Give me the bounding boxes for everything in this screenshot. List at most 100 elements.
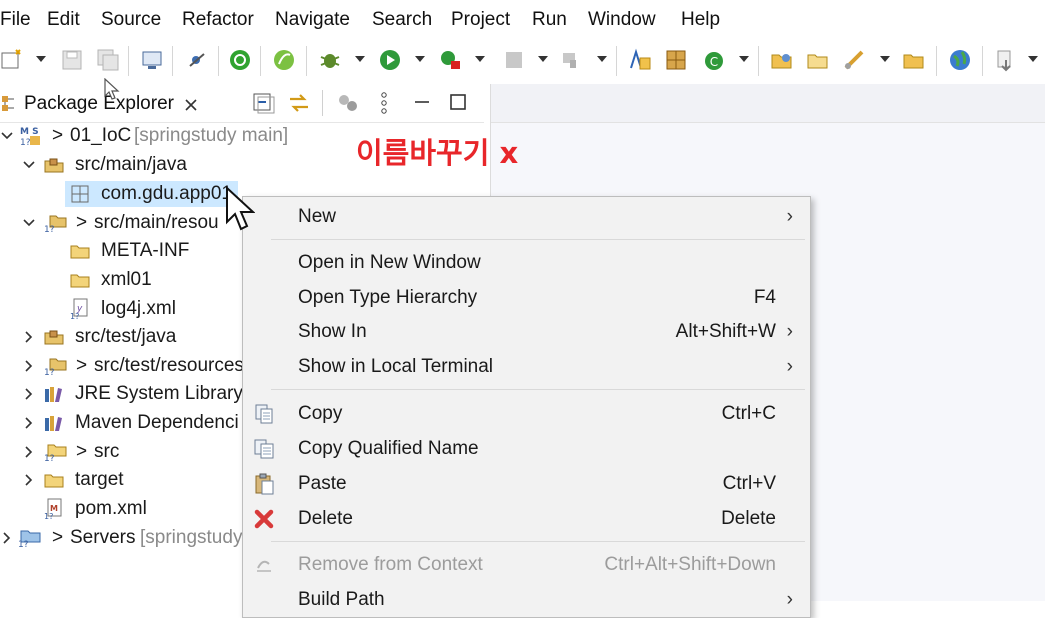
new-dropdown-arrow[interactable] [36, 56, 46, 62]
next-annotation-icon[interactable] [994, 48, 1018, 72]
menu-refactor[interactable]: Refactor [182, 8, 254, 32]
submenu-arrow-icon: › [786, 589, 793, 610]
save-all-icon[interactable] [96, 48, 120, 72]
menu-item-shortcut: Ctrl+C [721, 403, 776, 424]
menu-item-copy[interactable]: Copy Ctrl+C [243, 397, 810, 431]
toolbar-separator [260, 46, 261, 76]
chevron-right-icon[interactable] [0, 524, 14, 552]
menu-file[interactable]: File [0, 8, 31, 32]
stop-icon[interactable] [502, 48, 526, 72]
open-project-icon[interactable] [770, 48, 794, 72]
menu-item-show-in-local-terminal[interactable]: Show in Local Terminal › [243, 350, 810, 384]
run-icon[interactable] [378, 48, 402, 72]
menu-item-label: Open Type Hierarchy [298, 287, 478, 308]
debug-icon[interactable] [318, 48, 342, 72]
new-class-icon[interactable]: C [702, 48, 726, 72]
collapse-all-icon[interactable] [252, 92, 276, 114]
chevron-right-icon[interactable] [22, 380, 36, 408]
tree-suffix: [springstudy [140, 527, 243, 548]
open-type-icon[interactable] [628, 48, 652, 72]
new-class-dropdown-arrow[interactable] [739, 56, 749, 62]
external-tools-icon[interactable] [438, 48, 462, 72]
resource-folder-icon: 1? [44, 358, 67, 377]
maximize-icon[interactable] [448, 92, 468, 112]
tree-label: com.gdu.app01 [101, 183, 232, 204]
menu-window[interactable]: Window [588, 8, 656, 32]
external-tools-dropdown-arrow[interactable] [475, 56, 485, 62]
menu-item-label: Remove from Context [298, 554, 483, 575]
tree-prefix: > [76, 441, 88, 462]
menu-item-label: Show in Local Terminal [298, 356, 494, 377]
menu-help[interactable]: Help [681, 8, 720, 32]
chevron-right-icon[interactable] [22, 466, 36, 494]
menu-item-label: Show In [298, 321, 367, 342]
editor-tab-bar [491, 84, 1045, 123]
submenu-arrow-icon: › [786, 206, 793, 227]
remove-context-icon [257, 560, 271, 572]
tree-label: JRE System Library [75, 383, 243, 404]
open-launch-icon[interactable] [842, 48, 866, 72]
svg-text:1?: 1? [44, 512, 53, 520]
connect-icon[interactable] [560, 48, 584, 72]
chevron-right-icon[interactable] [22, 409, 36, 437]
open-folder-icon[interactable] [806, 48, 830, 72]
spring-boot-dashboard-icon[interactable] [228, 48, 252, 72]
stop-dropdown-arrow[interactable] [538, 56, 548, 62]
web-browser-icon[interactable] [948, 48, 972, 72]
source-folder-icon [44, 158, 64, 173]
next-annotation-dropdown-arrow[interactable] [1028, 56, 1038, 62]
focus-on-active-task-icon[interactable] [336, 92, 362, 114]
copy-icon [255, 404, 273, 424]
menu-item-paste[interactable]: Paste Ctrl+V [243, 467, 810, 501]
debug-dropdown-arrow[interactable] [355, 56, 365, 62]
menu-item-label: Open in New Window [298, 252, 481, 273]
folder-link-icon[interactable] [902, 48, 926, 72]
folder-icon: 1? [44, 444, 67, 463]
chevron-down-icon[interactable] [22, 209, 36, 237]
tree-label: META-INF [101, 240, 190, 261]
library-icon [45, 416, 62, 431]
spring-icon[interactable] [272, 48, 296, 72]
link-with-editor-icon[interactable] [287, 92, 311, 114]
tree-label: src [94, 441, 120, 462]
toolbar-separator [758, 46, 759, 76]
minimize-icon[interactable] [412, 92, 432, 112]
close-icon[interactable] [183, 97, 199, 113]
chevron-right-icon[interactable] [22, 352, 36, 380]
run-dropdown-arrow[interactable] [415, 56, 425, 62]
toolbar-separator [936, 46, 937, 76]
chevron-down-icon[interactable] [22, 151, 36, 179]
menu-item-delete[interactable]: Delete Delete [243, 502, 810, 536]
tree-suffix: [springstudy main] [134, 125, 289, 146]
chevron-down-icon[interactable] [0, 122, 14, 150]
skip-breakpoints-icon[interactable] [186, 48, 210, 72]
save-icon[interactable] [60, 48, 84, 72]
view-tab-bar: Package Explorer [0, 84, 484, 123]
menu-project[interactable]: Project [451, 8, 510, 32]
tree-prefix: > [76, 355, 88, 376]
launch-dropdown-arrow[interactable] [880, 56, 890, 62]
menu-edit[interactable]: Edit [47, 8, 80, 32]
view-menu-icon[interactable] [378, 90, 390, 116]
menu-item-build-path[interactable]: Build Path › [243, 583, 810, 617]
menu-navigate[interactable]: Navigate [275, 8, 350, 32]
source-folder-icon [44, 330, 64, 345]
svg-text:1?: 1? [18, 540, 29, 549]
chevron-right-icon[interactable] [22, 438, 36, 466]
menu-source[interactable]: Source [101, 8, 161, 32]
menu-run[interactable]: Run [532, 8, 567, 32]
new-wizard-icon[interactable] [0, 48, 24, 72]
menu-item-open-type-hierarchy[interactable]: Open Type Hierarchy F4 [243, 281, 810, 315]
menu-item-show-in[interactable]: Show In Alt+Shift+W › [243, 315, 810, 349]
terminal-icon[interactable] [140, 48, 164, 72]
menu-item-new[interactable]: New › [243, 200, 810, 234]
chevron-right-icon[interactable] [22, 323, 36, 351]
connect-dropdown-arrow[interactable] [597, 56, 607, 62]
menu-item-copy-qualified-name[interactable]: Copy Qualified Name [243, 432, 810, 466]
tree-label: Servers [70, 527, 136, 548]
tree-label: src/test/java [75, 326, 177, 347]
menu-item-open-in-new-window[interactable]: Open in New Window [243, 246, 810, 280]
tree-prefix: > [52, 125, 64, 146]
open-task-icon[interactable] [664, 48, 688, 72]
menu-search[interactable]: Search [372, 8, 432, 32]
